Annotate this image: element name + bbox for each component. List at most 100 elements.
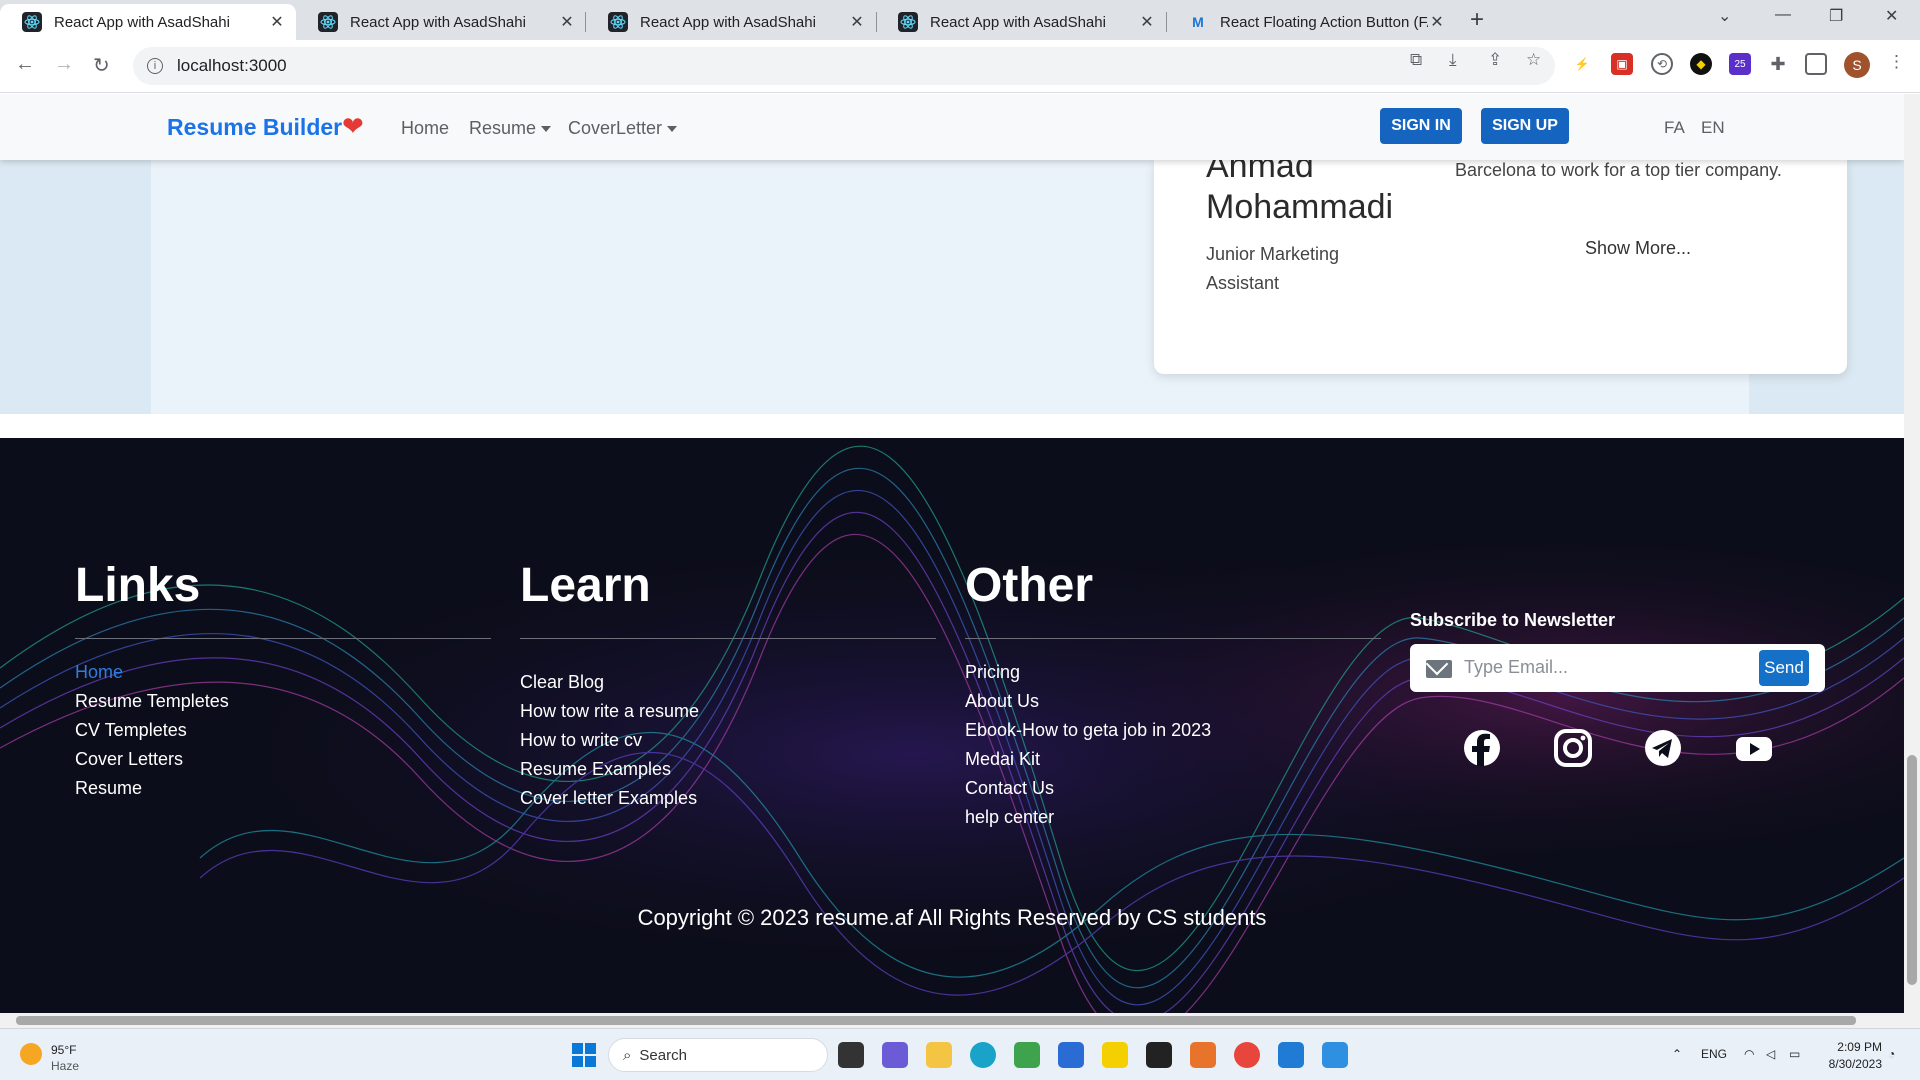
- browser-tab[interactable]: React App with AsadShahi ✕: [876, 4, 1166, 40]
- tray-overflow-icon[interactable]: ⌃: [1672, 1047, 1682, 1061]
- extension-icon[interactable]: ◆: [1690, 53, 1712, 75]
- footer-link[interactable]: help center: [965, 807, 1054, 828]
- close-tab-icon[interactable]: ✕: [1138, 12, 1156, 32]
- chrome-icon[interactable]: [1234, 1042, 1260, 1068]
- footer-link[interactable]: CV Templetes: [75, 720, 187, 741]
- media-player-icon[interactable]: [1322, 1042, 1348, 1068]
- footer-link[interactable]: How to write cv: [520, 730, 642, 751]
- battery-icon[interactable]: ▭: [1789, 1047, 1800, 1061]
- site-info-icon[interactable]: i: [147, 58, 163, 74]
- footer-link[interactable]: Resume: [75, 778, 142, 799]
- web-page: Resume Builder ❤ Home Resume CoverLetter…: [0, 94, 1904, 1013]
- vscode-icon[interactable]: [1278, 1042, 1304, 1068]
- terminal-icon[interactable]: [1146, 1042, 1172, 1068]
- profile-avatar[interactable]: S: [1844, 52, 1870, 78]
- react-icon: [318, 12, 338, 32]
- nav-home[interactable]: Home: [401, 118, 449, 139]
- teams-chat-icon[interactable]: [882, 1042, 908, 1068]
- footer-link[interactable]: How tow rite a resume: [520, 701, 699, 722]
- footer-link[interactable]: Cover Letters: [75, 749, 183, 770]
- minimize-icon[interactable]: —: [1775, 6, 1791, 24]
- notifications-icon[interactable]: ◔: [1888, 1047, 1895, 1061]
- footer-link[interactable]: Ebook-How to geta job in 2023: [965, 720, 1211, 741]
- input-language[interactable]: ENG: [1701, 1047, 1727, 1061]
- snipping-tool-icon[interactable]: [1014, 1042, 1040, 1068]
- browser-tab[interactable]: React App with AsadShahi ✕: [296, 4, 586, 40]
- new-tab-icon[interactable]: +: [1470, 6, 1484, 34]
- bookmark-star-icon[interactable]: ☆: [1526, 50, 1541, 70]
- extension-icon[interactable]: ⚡: [1571, 53, 1593, 75]
- extension-icon[interactable]: ▣: [1611, 53, 1633, 75]
- site-navbar: Resume Builder ❤ Home Resume CoverLetter…: [0, 94, 1904, 160]
- back-icon[interactable]: ←: [15, 53, 35, 76]
- vertical-scrollbar[interactable]: [1904, 94, 1920, 1013]
- footer-link[interactable]: Contact Us: [965, 778, 1054, 799]
- weather-description[interactable]: Haze: [51, 1059, 79, 1073]
- footer-link[interactable]: Resume Templetes: [75, 691, 229, 712]
- browser-tab[interactable]: M React Floating Action Button (FAB ✕: [1166, 4, 1456, 40]
- close-window-icon[interactable]: ✕: [1885, 6, 1898, 26]
- email-input[interactable]: Type Email...: [1464, 657, 1568, 678]
- windows-taskbar: 95°F Haze ⌕ Search ⌃ ENG ◠ ◁ ▭ 2:09 PM 8…: [0, 1028, 1920, 1080]
- file-explorer-icon[interactable]: [926, 1042, 952, 1068]
- sign-in-button[interactable]: SIGN IN: [1380, 108, 1462, 144]
- browser-tab[interactable]: React App with AsadShahi ✕: [586, 4, 876, 40]
- restore-icon[interactable]: ❐: [1829, 6, 1843, 26]
- brand-logo[interactable]: Resume Builder: [167, 114, 342, 141]
- footer-link-home[interactable]: Home: [75, 662, 123, 683]
- footer-link[interactable]: Cover letter Examples: [520, 788, 697, 809]
- footer-link[interactable]: Pricing: [965, 662, 1020, 683]
- system-clock[interactable]: 2:09 PM 8/30/2023: [1822, 1039, 1882, 1073]
- tab-title: React App with AsadShahi: [350, 13, 526, 31]
- close-tab-icon[interactable]: ✕: [848, 12, 866, 32]
- footer-link[interactable]: Medai Kit: [965, 749, 1040, 770]
- xampp-icon[interactable]: [1190, 1042, 1216, 1068]
- weather-sun-icon[interactable]: [20, 1043, 42, 1065]
- taskbar-search[interactable]: ⌕ Search: [608, 1038, 828, 1072]
- horizontal-scrollbar[interactable]: [0, 1013, 1920, 1028]
- close-tab-icon[interactable]: ✕: [558, 12, 576, 32]
- lang-fa[interactable]: FA: [1664, 118, 1685, 138]
- sign-up-button[interactable]: SIGN UP: [1481, 108, 1569, 144]
- edge-icon[interactable]: [970, 1042, 996, 1068]
- search-icon: ⌕: [623, 1046, 632, 1064]
- open-in-app-icon[interactable]: ⧉: [1410, 50, 1422, 70]
- wifi-icon[interactable]: ◠: [1744, 1047, 1754, 1061]
- share-icon[interactable]: ⇪: [1488, 50, 1502, 70]
- telegram-icon[interactable]: [1643, 728, 1683, 768]
- menu-icon[interactable]: ⋮: [1888, 52, 1905, 72]
- show-more-link[interactable]: Show More...: [1585, 238, 1691, 259]
- footer-links-title: Links: [75, 559, 201, 612]
- task-view-icon[interactable]: [838, 1042, 864, 1068]
- footer-link[interactable]: Clear Blog: [520, 672, 604, 693]
- sticky-notes-icon[interactable]: [1102, 1042, 1128, 1068]
- extension-icon[interactable]: ⟲: [1651, 53, 1673, 75]
- scrollbar-thumb[interactable]: [1907, 755, 1917, 985]
- address-bar[interactable]: i localhost:3000: [133, 47, 1555, 85]
- volume-icon[interactable]: ◁: [1766, 1047, 1775, 1061]
- puzzle-icon[interactable]: ✚: [1767, 53, 1789, 75]
- send-button[interactable]: Send: [1759, 650, 1809, 686]
- microsoft-store-icon[interactable]: [1058, 1042, 1084, 1068]
- scrollbar-thumb[interactable]: [16, 1016, 1856, 1025]
- lang-en[interactable]: EN: [1701, 118, 1725, 138]
- close-tab-icon[interactable]: ✕: [268, 12, 286, 32]
- facebook-icon[interactable]: [1462, 728, 1502, 768]
- nav-coverletter-dropdown[interactable]: CoverLetter: [568, 118, 678, 139]
- windows-start-icon[interactable]: [572, 1043, 596, 1067]
- instagram-icon[interactable]: [1553, 728, 1593, 768]
- install-icon[interactable]: ⤓: [1449, 50, 1457, 70]
- nav-resume-dropdown[interactable]: Resume: [469, 118, 552, 139]
- side-panel-icon[interactable]: [1805, 53, 1827, 75]
- reload-icon[interactable]: ↻: [93, 53, 110, 78]
- tab-search-icon[interactable]: ⌄: [1718, 6, 1731, 26]
- close-tab-icon[interactable]: ✕: [1428, 12, 1446, 32]
- weather-temperature[interactable]: 95°F: [51, 1043, 76, 1057]
- extension-badge-icon[interactable]: 25: [1729, 53, 1751, 75]
- footer-link[interactable]: About Us: [965, 691, 1039, 712]
- youtube-icon[interactable]: [1734, 728, 1774, 768]
- forward-icon[interactable]: →: [54, 53, 74, 76]
- footer-link[interactable]: Resume Examples: [520, 759, 671, 780]
- search-label: Search: [639, 1046, 687, 1064]
- browser-tab[interactable]: React App with AsadShahi ✕: [0, 4, 296, 40]
